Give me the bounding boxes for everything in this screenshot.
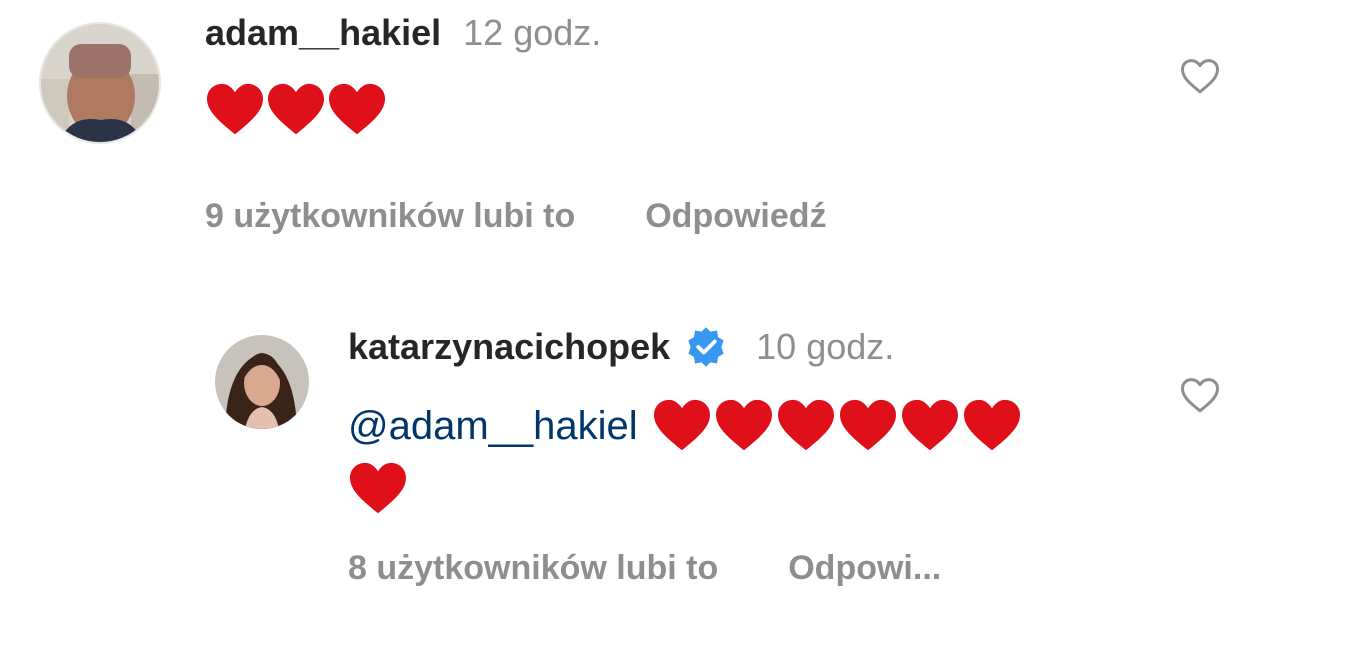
comment-katarzyna: katarzynacichopek 10 godz. @adam__hakiel (0, 300, 1366, 640)
likes-count[interactable]: 9 użytkowników lubi to (205, 197, 575, 236)
username[interactable]: katarzynacichopek (348, 326, 670, 368)
comments-thread: adam__hakiel 12 godz. 9 użytkowników lub… (0, 0, 1366, 665)
likes-count[interactable]: 8 użytkowników lubi to (348, 549, 718, 588)
comment-meta: 8 użytkowników lubi to Odpowi... (348, 546, 941, 590)
red-heart-emoji (900, 398, 960, 454)
heart-outline-icon[interactable] (1180, 57, 1220, 95)
avatar[interactable] (39, 22, 161, 144)
comment-body (205, 80, 387, 140)
comment-adam: adam__hakiel 12 godz. 9 użytkowników lub… (0, 0, 1366, 260)
red-heart-emoji (714, 398, 774, 454)
red-heart-emoji (348, 461, 408, 517)
mention-link[interactable]: @adam__hakiel (348, 404, 638, 449)
comment-body: @adam__hakiel (348, 395, 1022, 457)
avatar[interactable] (215, 335, 309, 429)
comment-meta: 9 użytkowników lubi to Odpowiedź (205, 194, 827, 238)
red-heart-emoji (327, 82, 387, 138)
red-heart-emoji (652, 398, 712, 454)
heart-outline-icon[interactable] (1180, 376, 1220, 414)
timestamp: 12 godz. (463, 12, 602, 53)
reply-button[interactable]: Odpowiedź (645, 197, 826, 236)
verified-badge-icon (684, 325, 728, 369)
reply-button[interactable]: Odpowi... (788, 549, 941, 588)
timestamp: 10 godz. (756, 326, 895, 367)
red-heart-emoji (205, 82, 265, 138)
comment-header: adam__hakiel 12 godz. (205, 10, 601, 56)
red-heart-emoji (838, 398, 898, 454)
comment-body-continued (348, 458, 408, 520)
red-heart-emoji (962, 398, 1022, 454)
username[interactable]: adam__hakiel (205, 12, 441, 54)
red-heart-emoji (266, 82, 326, 138)
comment-header: katarzynacichopek 10 godz. (348, 324, 894, 370)
red-heart-emoji (776, 398, 836, 454)
